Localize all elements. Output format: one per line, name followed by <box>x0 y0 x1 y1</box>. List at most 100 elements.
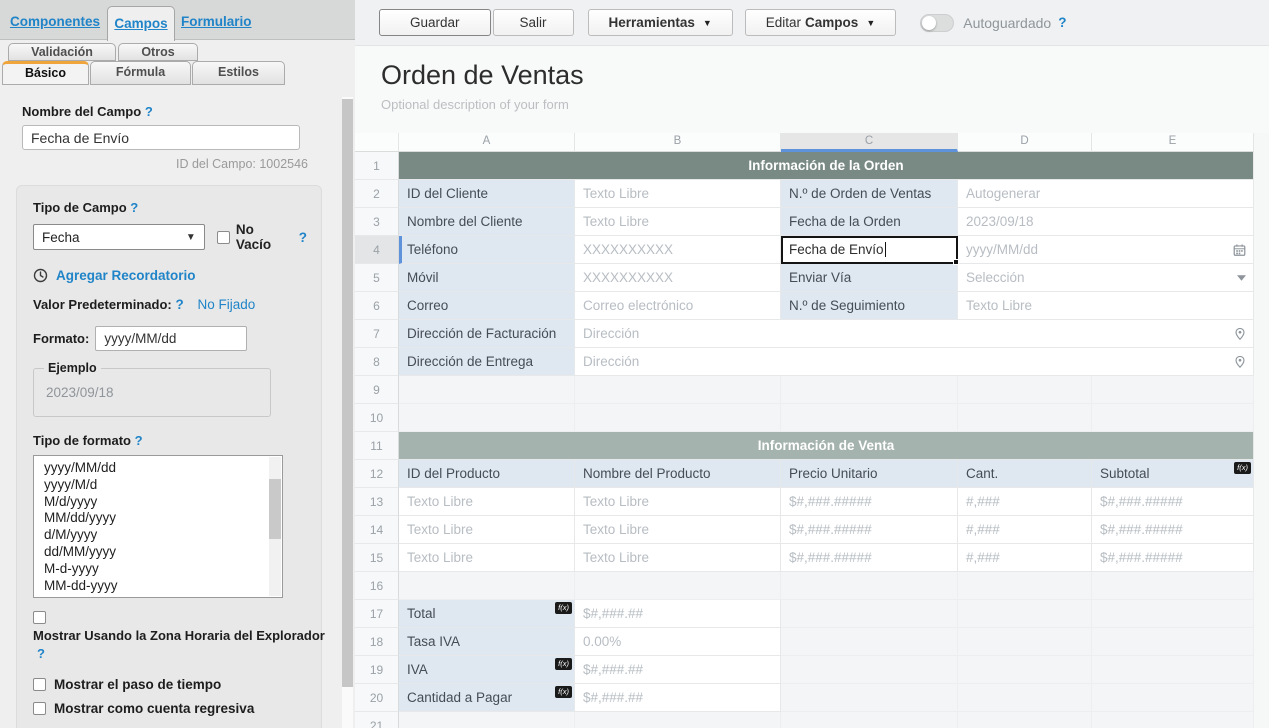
format-option[interactable]: dd/MM/yyyy <box>34 544 268 561</box>
row-header-5[interactable]: 5 <box>355 264 399 292</box>
panel-scrollbar[interactable] <box>342 97 353 728</box>
calendar-icon[interactable] <box>1233 243 1246 256</box>
field-type-select[interactable]: Fecha ▼ <box>33 224 205 250</box>
subtab-estilos[interactable]: Estilos <box>192 61 285 85</box>
cell-C9[interactable] <box>781 376 958 404</box>
save-button[interactable]: Guardar <box>379 9 491 36</box>
cell-A10[interactable] <box>399 404 575 432</box>
formula-icon[interactable]: f(x) <box>1234 462 1251 474</box>
cell-E16[interactable] <box>1092 572 1254 600</box>
cell-A17[interactable]: Totalf(x) <box>399 600 575 628</box>
cell-E13[interactable]: $#,###.##### <box>1092 488 1254 516</box>
col-header-E[interactable]: E <box>1092 133 1254 152</box>
help-icon[interactable]: ? <box>37 646 45 661</box>
format-option[interactable]: yyyy/M/d <box>34 477 268 494</box>
countdown-checkbox[interactable] <box>33 702 46 715</box>
cell-B20[interactable]: $#,###.## <box>575 684 781 712</box>
format-option[interactable]: MM-dd-yyyy <box>34 578 268 595</box>
cell-C2[interactable]: N.º de Orden de Ventas <box>781 180 958 208</box>
col-header-B[interactable]: B <box>575 133 781 152</box>
col-header-C[interactable]: C <box>781 133 958 152</box>
cell-E14[interactable]: $#,###.##### <box>1092 516 1254 544</box>
row-header-9[interactable]: 9 <box>355 376 399 404</box>
cell-C14[interactable]: $#,###.##### <box>781 516 958 544</box>
cell-B13[interactable]: Texto Libre <box>575 488 781 516</box>
cell-D16[interactable] <box>958 572 1092 600</box>
cell-E15[interactable]: $#,###.##### <box>1092 544 1254 572</box>
format-option[interactable]: yyyy/MM/dd <box>34 460 268 477</box>
help-icon[interactable]: ? <box>175 297 183 312</box>
pin-icon[interactable] <box>1234 355 1246 369</box>
format-option[interactable]: MM/dd/yyyy <box>34 510 268 527</box>
cell-B21[interactable] <box>575 712 781 728</box>
cell-A20[interactable]: Cantidad a Pagarf(x) <box>399 684 575 712</box>
cell-C21[interactable] <box>781 712 958 728</box>
cell-D9[interactable] <box>958 376 1092 404</box>
cell-A11[interactable]: Información de Venta <box>399 432 1254 460</box>
cell-D17[interactable] <box>958 600 1092 628</box>
listbox-scrollbar[interactable] <box>269 457 281 596</box>
row-header-19[interactable]: 19 <box>355 656 399 684</box>
cell-C13[interactable]: $#,###.##### <box>781 488 958 516</box>
cell-D19[interactable] <box>958 656 1092 684</box>
exit-button[interactable]: Salir <box>493 9 574 36</box>
cell-E20[interactable] <box>1092 684 1254 712</box>
cell-A7[interactable]: Dirección de Facturación <box>399 320 575 348</box>
cell-C6[interactable]: N.º de Seguimiento <box>781 292 958 320</box>
cell-E12[interactable]: Subtotalf(x) <box>1092 460 1254 488</box>
row-header-3[interactable]: 3 <box>355 208 399 236</box>
formula-icon[interactable]: f(x) <box>555 602 572 614</box>
format-input[interactable] <box>95 326 247 351</box>
cell-B16[interactable] <box>575 572 781 600</box>
field-name-input[interactable] <box>22 125 300 150</box>
format-option[interactable]: M-d-yyyy <box>34 561 268 578</box>
cell-A14[interactable]: Texto Libre <box>399 516 575 544</box>
tab-campos[interactable]: Campos <box>107 6 175 41</box>
tools-dropdown-button[interactable]: Herramientas ▼ <box>588 9 733 36</box>
formula-icon[interactable]: f(x) <box>555 686 572 698</box>
pin-icon[interactable] <box>1234 327 1246 341</box>
cell-A16[interactable] <box>399 572 575 600</box>
cell-C10[interactable] <box>781 404 958 432</box>
cell-C17[interactable] <box>781 600 958 628</box>
autosave-toggle[interactable] <box>920 14 954 32</box>
listbox-scrollbar-thumb[interactable] <box>269 479 281 539</box>
row-header-13[interactable]: 13 <box>355 488 399 516</box>
cell-B4[interactable]: XXXXXXXXXX <box>575 236 781 264</box>
row-header-17[interactable]: 17 <box>355 600 399 628</box>
row-header-10[interactable]: 10 <box>355 404 399 432</box>
panel-scrollbar-thumb[interactable] <box>342 99 353 687</box>
help-icon[interactable]: ? <box>299 230 307 245</box>
help-icon[interactable]: ? <box>130 200 138 215</box>
cell-D5[interactable]: Selección <box>958 264 1254 292</box>
cell-A1[interactable]: Información de la Orden <box>399 152 1254 180</box>
help-icon[interactable]: ? <box>135 433 143 448</box>
row-header-12[interactable]: 12 <box>355 460 399 488</box>
cell-A12[interactable]: ID del Producto <box>399 460 575 488</box>
cell-D20[interactable] <box>958 684 1092 712</box>
fill-handle[interactable] <box>953 259 959 265</box>
row-header-2[interactable]: 2 <box>355 180 399 208</box>
cell-B18[interactable]: 0.00% <box>575 628 781 656</box>
cell-A19[interactable]: IVAf(x) <box>399 656 575 684</box>
cell-C12[interactable]: Precio Unitario <box>781 460 958 488</box>
cell-B6[interactable]: Correo electrónico <box>575 292 781 320</box>
cell-E18[interactable] <box>1092 628 1254 656</box>
cell-B10[interactable] <box>575 404 781 432</box>
cell-A6[interactable]: Correo <box>399 292 575 320</box>
add-reminder-link[interactable]: Agregar Recordatorio <box>56 268 196 283</box>
cell-D21[interactable] <box>958 712 1092 728</box>
col-header-A[interactable]: A <box>399 133 575 152</box>
tab-formulario[interactable]: Formulario <box>181 14 252 29</box>
tab-componentes[interactable]: Componentes <box>10 14 100 29</box>
cell-D18[interactable] <box>958 628 1092 656</box>
row-header-7[interactable]: 7 <box>355 320 399 348</box>
cell-B19[interactable]: $#,###.## <box>575 656 781 684</box>
cell-B8[interactable]: Dirección <box>575 348 1254 376</box>
default-value-link[interactable]: No Fijado <box>198 297 256 312</box>
cell-A2[interactable]: ID del Cliente <box>399 180 575 208</box>
cell-D4[interactable]: yyyy/MM/dd <box>958 236 1254 264</box>
time-passed-checkbox[interactable] <box>33 678 46 691</box>
cell-E9[interactable] <box>1092 376 1254 404</box>
cell-B2[interactable]: Texto Libre <box>575 180 781 208</box>
